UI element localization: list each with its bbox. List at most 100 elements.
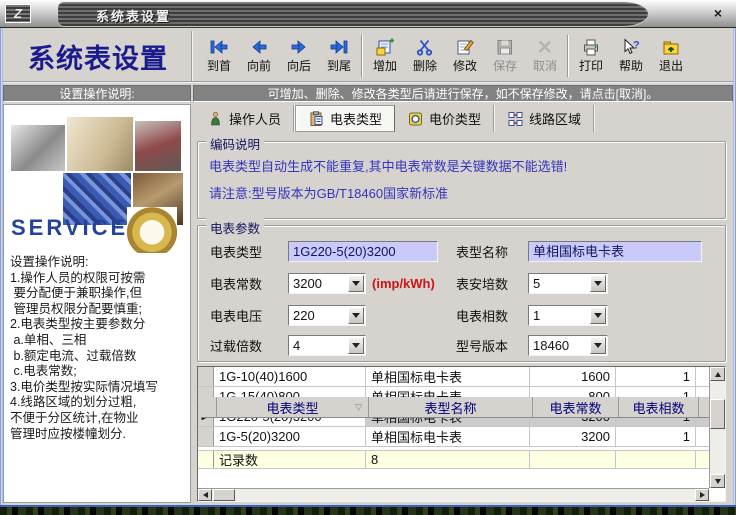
sidebar: SERVICE 设置操作说明: 1.操作人员的权限可按需 要分配便于兼职操作,但… [3, 104, 191, 503]
scroll-down-button[interactable] [710, 474, 725, 488]
phases-combobox[interactable]: 1 [528, 305, 608, 326]
scroll-left-button[interactable] [198, 489, 212, 501]
toolbar: 到首 向前 向后 到尾 增加 删除 [199, 31, 691, 81]
go-first-icon [208, 38, 230, 56]
price-book-icon [407, 111, 424, 127]
person-icon [207, 111, 224, 127]
voltage-combobox[interactable]: 220 [288, 305, 366, 326]
table-row[interactable]: 1G-5(20)3200 单相国标电卡表 3200 1 [198, 427, 709, 447]
window-title: 系统表设置 [96, 6, 171, 25]
phases-label: 电表相数 [456, 306, 528, 325]
table-row[interactable]: 1G-10(40)1600 单相国标电卡表 1600 1 [198, 367, 709, 387]
encoding-groupbox: 编码说明 电表类型自动生成不能重复,其中电表常数是关键数据不能选错! 请注意:型… [197, 141, 726, 219]
amperage-combobox[interactable]: 5 [528, 273, 608, 294]
notice-text: 可增加、删除、修改各类型后请进行保存，如不保存修改，请点击[取消]。 [268, 85, 659, 102]
chevron-down-icon[interactable] [348, 275, 364, 292]
print-icon [580, 38, 602, 56]
tab-operators[interactable]: 操作人员 [195, 105, 295, 132]
chevron-down-icon[interactable] [348, 337, 364, 354]
exit-button[interactable]: 退出 [651, 31, 691, 81]
meter-type-table: 电表类型 ▽ 表型名称 电表常数 电表相数 1G-10(40)1600 单相国标… [197, 366, 726, 502]
photo-pen [67, 117, 133, 171]
horizontal-scroll-thumb[interactable] [213, 489, 235, 501]
page-title-box: 系统表设置 [5, 31, 193, 81]
help-button[interactable]: ? 帮助 [611, 31, 651, 81]
sidebar-caption-bar: 设置操作说明: [3, 85, 191, 102]
app-window: Z 系统表设置 × 系统表设置 到首 向前 向后 到尾 [0, 0, 736, 515]
service-label: SERVICE [11, 215, 128, 241]
row-indicator-header [201, 397, 217, 417]
constant-unit-label: (imp/kWh) [372, 276, 435, 291]
main-panel: 操作人员 电表类型 电价类型 线路区域 编码说明 电表类型自动生成不能重复,其中… [193, 104, 733, 503]
edit-record-icon [454, 38, 476, 56]
model-name-field[interactable]: 单相国标电卡表 [528, 241, 702, 262]
tab-strip: 操作人员 电表类型 电价类型 线路区域 [195, 105, 595, 132]
encoding-note-1: 电表类型自动生成不能重复,其中电表常数是关键数据不能选错! [209, 156, 567, 175]
tab-price-type[interactable]: 电价类型 [395, 105, 495, 132]
save-button: 保存 [485, 31, 525, 81]
vertical-scrollbar[interactable] [709, 367, 725, 488]
go-last-button[interactable]: 到尾 [319, 31, 359, 81]
table-body: 电表类型 ▽ 表型名称 电表常数 电表相数 1G-10(40)1600 单相国标… [198, 367, 709, 488]
record-count-label: 记录数 [214, 451, 366, 468]
notice-bar: 可增加、删除、修改各类型后请进行保存，如不保存修改，请点击[取消]。 [193, 85, 733, 102]
amperage-label: 表安培数 [456, 274, 528, 293]
constant-combobox[interactable]: 3200 [288, 273, 366, 294]
close-button[interactable]: × [708, 4, 728, 23]
exit-icon [660, 38, 682, 56]
chevron-down-icon[interactable] [590, 337, 606, 354]
column-header-phases[interactable]: 电表相数 [619, 397, 699, 417]
chevron-down-icon[interactable] [590, 275, 606, 292]
toolbar-separator [361, 35, 363, 77]
version-combobox[interactable]: 18460 [528, 335, 608, 356]
svg-text:?: ? [633, 40, 640, 52]
vertical-scroll-thumb[interactable] [710, 399, 725, 429]
horizontal-scrollbar[interactable] [198, 488, 709, 501]
title-bar: Z 系统表设置 × [0, 0, 736, 28]
chevron-down-icon[interactable] [348, 307, 364, 324]
overload-combobox[interactable]: 4 [288, 335, 366, 356]
cancel-button: 取消 [525, 31, 565, 81]
voltage-label: 电表电压 [210, 306, 288, 325]
edit-record-button[interactable]: 修改 [445, 31, 485, 81]
print-button[interactable]: 打印 [571, 31, 611, 81]
help-icon: ? [620, 38, 642, 56]
column-header-meter-type[interactable]: 电表类型 ▽ [217, 397, 369, 417]
meter-type-field[interactable]: 1G220-5(20)3200 [288, 241, 438, 262]
model-name-label: 表型名称 [456, 242, 528, 261]
go-last-icon [328, 38, 350, 56]
go-previous-button[interactable]: 向前 [239, 31, 279, 81]
save-icon [494, 38, 516, 56]
encoding-note-2: 请注意:型号版本为GB/T18460国家新标准 [209, 183, 448, 202]
column-header-model-name[interactable]: 表型名称 [369, 397, 533, 417]
clipboard-icon [308, 111, 325, 127]
go-previous-icon [248, 38, 270, 56]
encoding-groupbox-title: 编码说明 [206, 134, 264, 153]
photo-tool [11, 125, 65, 171]
tab-meter-type[interactable]: 电表类型 [295, 105, 395, 132]
scroll-right-button[interactable] [695, 489, 709, 501]
delete-record-button[interactable]: 删除 [405, 31, 445, 81]
overload-label: 过载倍数 [210, 336, 288, 355]
sort-indicator-icon: ▽ [355, 402, 362, 413]
column-header-constant[interactable]: 电表常数 [533, 397, 619, 417]
page-title: 系统表设置 [28, 37, 168, 76]
add-record-button[interactable]: 增加 [365, 31, 405, 81]
tab-line-area[interactable]: 线路区域 [495, 105, 595, 132]
go-first-button[interactable]: 到首 [199, 31, 239, 81]
go-next-icon [288, 38, 310, 56]
toolbar-separator [567, 35, 569, 77]
params-groupbox-title: 电表参数 [206, 218, 264, 237]
version-label: 型号版本 [456, 336, 528, 355]
photo-pens [135, 121, 181, 171]
params-groupbox: 电表参数 电表类型 1G220-5(20)3200 表型名称 单相国标电卡表 电… [197, 225, 726, 362]
area-diagram-icon [507, 111, 524, 127]
window-bottom-edge [0, 505, 736, 515]
scroll-up-button[interactable] [710, 367, 725, 381]
meter-type-label: 电表类型 [210, 242, 288, 261]
sidebar-caption: 设置操作说明: [59, 85, 134, 102]
constant-label: 电表常数 [210, 274, 288, 293]
go-next-button[interactable]: 向后 [279, 31, 319, 81]
chevron-down-icon[interactable] [590, 307, 606, 324]
cancel-icon [534, 38, 556, 56]
